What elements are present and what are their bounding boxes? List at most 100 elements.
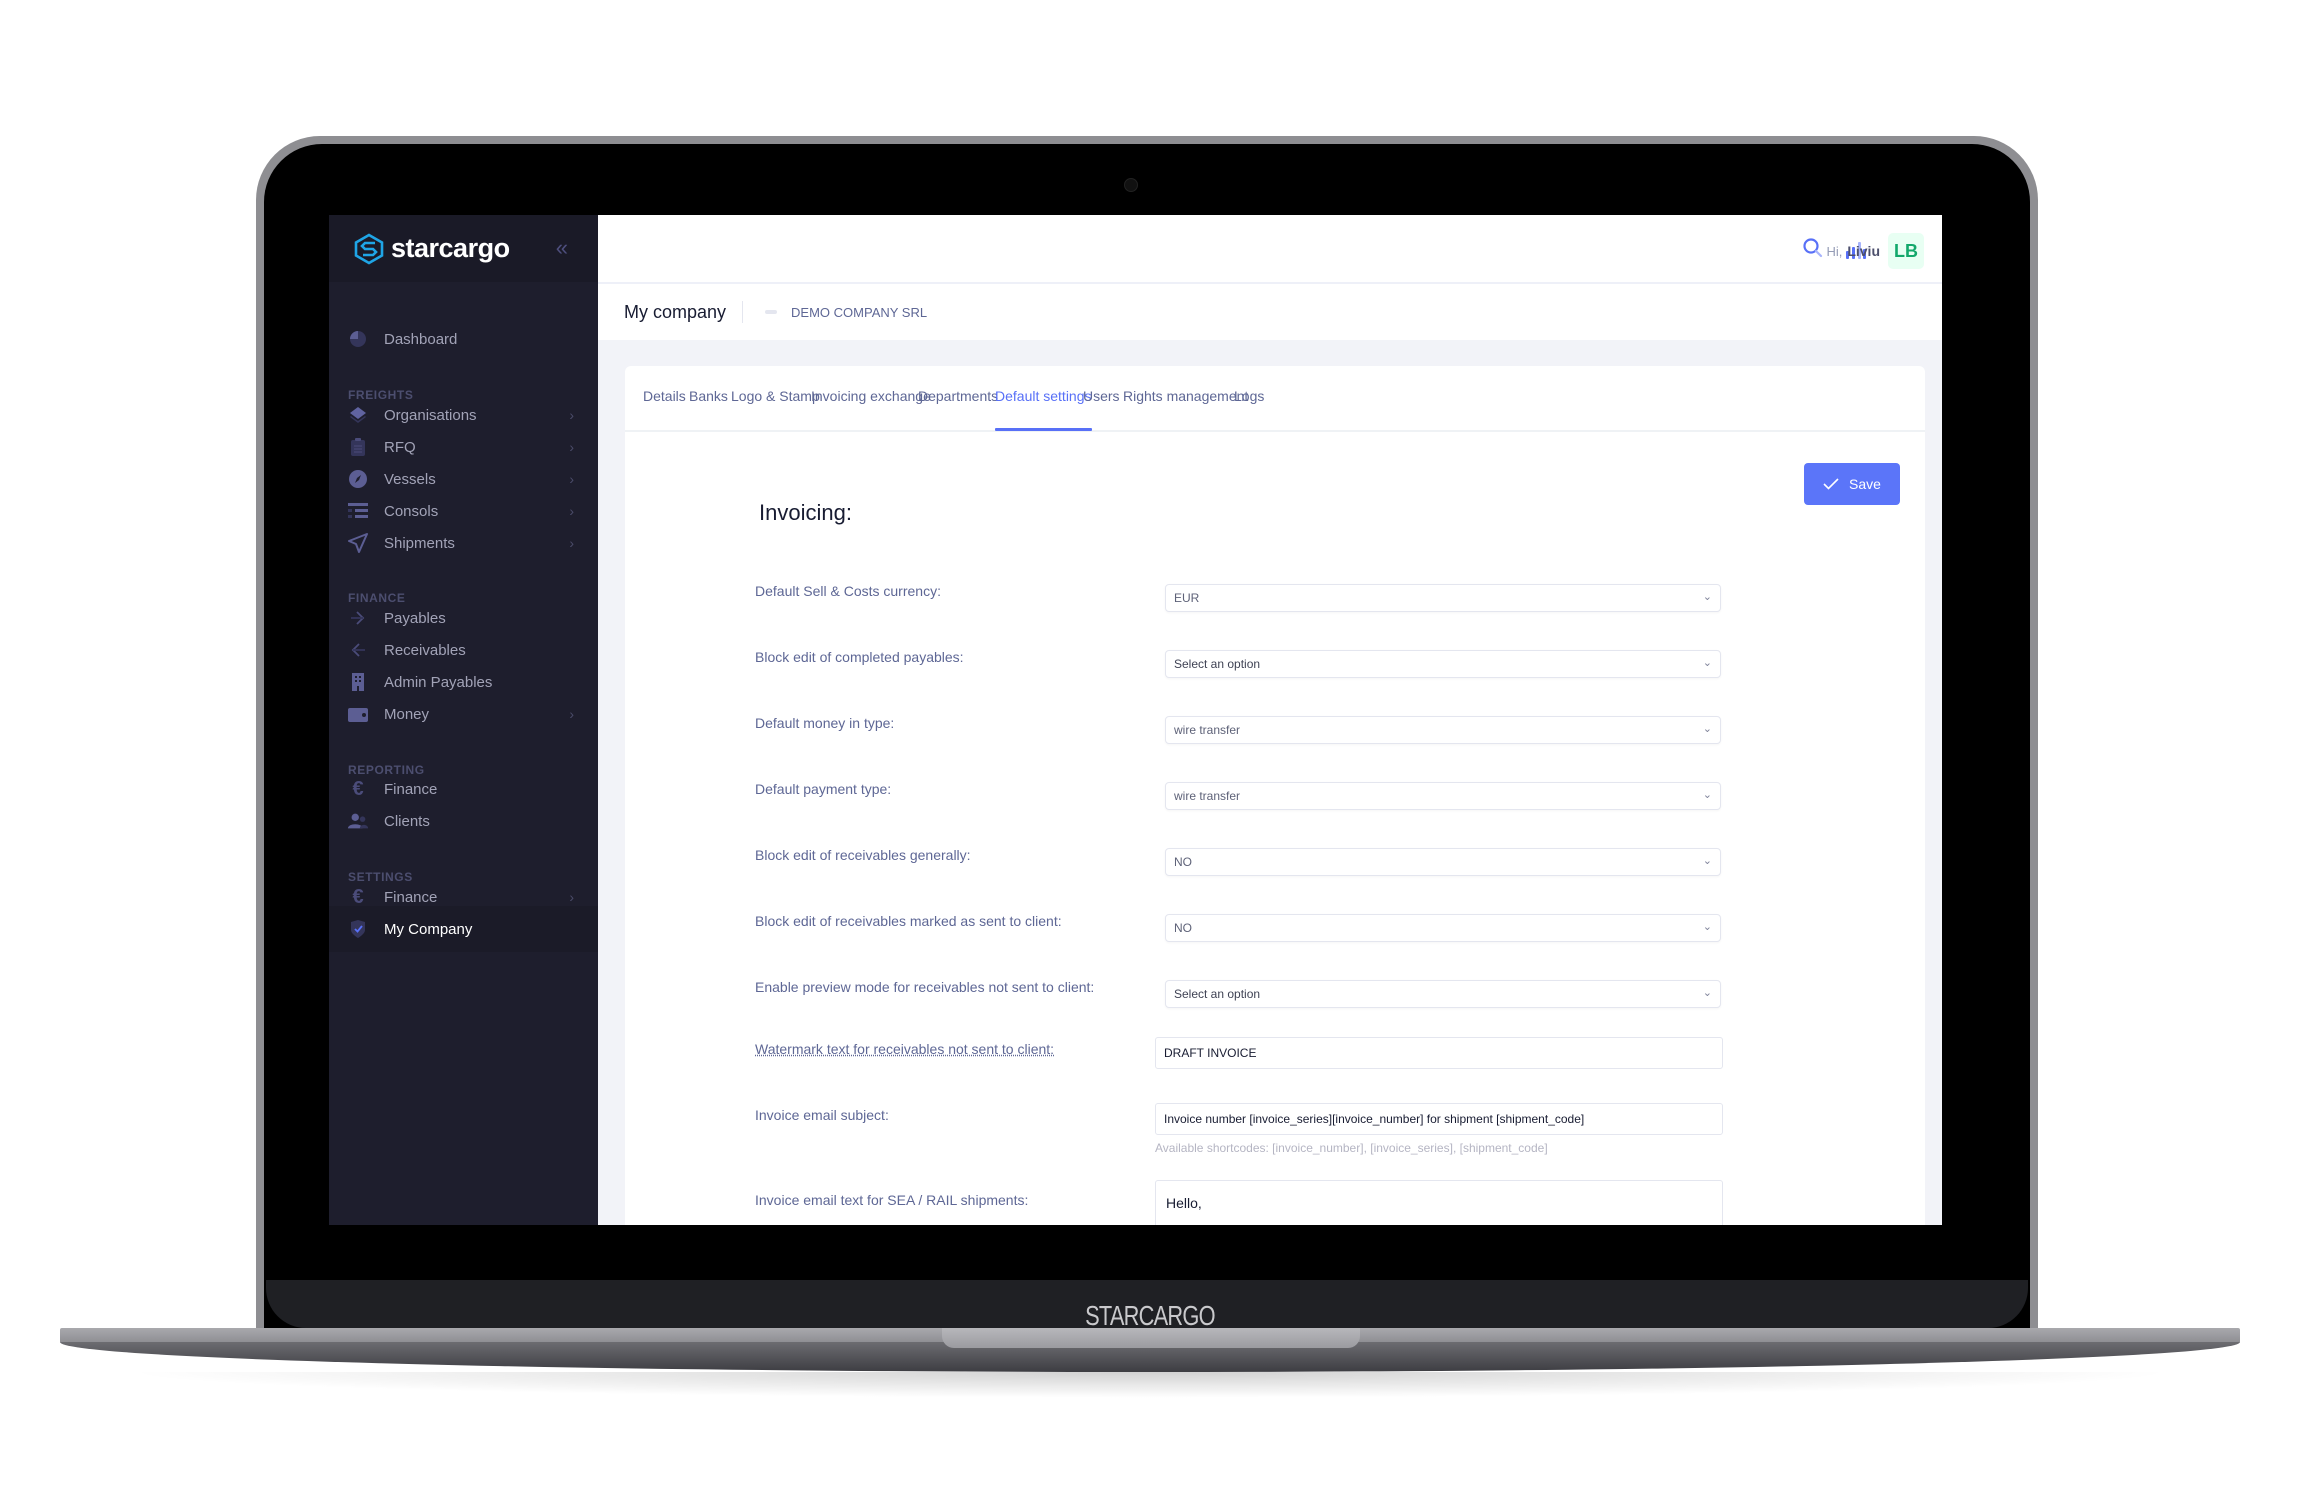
field-label: Block edit of receivables generally: [755, 847, 971, 863]
chevron-right-icon: › [569, 889, 574, 905]
field-label[interactable]: Watermark text for receivables not sent … [755, 1039, 1125, 1059]
double-chevron-left-icon[interactable]: « [556, 235, 568, 261]
text-line: Hello, [1166, 1195, 1202, 1211]
sidebar-item-label: Shipments [384, 534, 455, 552]
field-label: Enable preview mode for receivables not … [755, 979, 1095, 995]
chevron-right-icon: › [569, 706, 574, 722]
users-icon [347, 810, 369, 832]
sidebar-item-label: Money [384, 705, 430, 723]
select-field[interactable]: Select an option ⌄ [1165, 980, 1721, 1008]
sidebar: starcargo « Dashboard FREIGHTS Organisatio… [329, 215, 598, 1225]
select-value: wire transfer [1174, 789, 1241, 803]
settings-card: Details Banks Logo & Stamp Invoicing exchan… [625, 366, 1925, 1225]
tab-details[interactable]: Details [643, 388, 686, 404]
chevron-right-icon: › [569, 535, 574, 551]
subheader: My company DEMO COMPANY SRL [598, 284, 1942, 340]
breadcrumb[interactable]: DEMO COMPANY SRL [791, 305, 927, 320]
starcargo-logo-icon [354, 232, 384, 265]
sidebar-item-shipments[interactable]: Shipments › [329, 520, 598, 566]
avatar[interactable]: LB [1888, 233, 1924, 269]
send-icon [347, 532, 369, 554]
select-value: Select an option [1174, 657, 1261, 671]
breadcrumb-dash-icon [765, 310, 778, 314]
search-icon[interactable] [1802, 237, 1824, 259]
sidebar-item-label: Organisations [384, 406, 477, 424]
tab-rights-management[interactable]: Rights management [1123, 388, 1248, 404]
field-label: Default money in type: [755, 715, 895, 731]
chevron-right-icon: › [569, 407, 574, 423]
tab-logo-stamp[interactable]: Logo & Stamp [731, 388, 820, 404]
app-screen: starcargo « Dashboard FREIGHTS Organisatio… [329, 215, 1942, 1225]
field-label: Default Sell & Costs currency: [755, 583, 941, 599]
tab-bar: Details Banks Logo & Stamp Invoicing exchan… [625, 366, 1925, 432]
select-field[interactable]: wire transfer ⌄ [1165, 716, 1721, 744]
tab-users[interactable]: Users [1083, 388, 1120, 404]
chevron-down-icon: ⌄ [1702, 987, 1712, 999]
field-label: Block edit of receivables marked as sent… [755, 913, 1062, 929]
section-title: Invoicing: [759, 500, 852, 525]
user-name: Liviu [1847, 243, 1880, 259]
field-label: Block edit of completed payables: [755, 649, 964, 665]
sidebar-item-label: Consols [384, 502, 439, 520]
sidebar-item-dashboard[interactable]: Dashboard [329, 316, 598, 362]
wallet-icon [347, 703, 369, 725]
sidebar-item-label: Receivables [384, 641, 466, 659]
sidebar-item-label: Dashboard [384, 330, 458, 348]
select-value: NO [1174, 921, 1192, 935]
building-icon [347, 671, 369, 693]
euro-icon: € [352, 885, 364, 908]
greeting: Hi, [1826, 243, 1843, 259]
field-label: Default payment type: [755, 781, 892, 797]
chevron-down-icon: ⌄ [1702, 723, 1712, 735]
chevron-down-icon: ⌄ [1702, 921, 1712, 933]
text-input[interactable]: DRAFT INVOICE [1155, 1037, 1723, 1069]
camera-icon [1124, 178, 1138, 192]
compass-icon [347, 468, 369, 490]
arrow-left-icon [347, 639, 369, 661]
chevron-down-icon: ⌄ [1702, 591, 1712, 603]
select-value: Select an option [1174, 987, 1261, 1001]
select-field[interactable]: Select an option ⌄ [1165, 650, 1721, 678]
select-field[interactable]: EUR ⌄ [1165, 584, 1721, 612]
tab-banks[interactable]: Banks [689, 388, 728, 404]
clipboard-icon [347, 436, 369, 458]
text-input[interactable]: Invoice number [invoice_series][invoice_… [1155, 1103, 1723, 1135]
field-label: Invoice email subject: [755, 1107, 889, 1123]
save-label: Save [1849, 476, 1881, 492]
tab-invoicing-exchange[interactable]: Invoicing exchange [811, 388, 931, 404]
select-field[interactable]: NO ⌄ [1165, 848, 1721, 876]
save-button[interactable]: Save [1804, 463, 1900, 505]
chevron-right-icon: › [569, 503, 574, 519]
sidebar-item-money[interactable]: Money › [329, 691, 598, 737]
sidebar-item-label: Clients [384, 812, 430, 830]
select-value: wire transfer [1174, 723, 1241, 737]
field-hint: Available shortcodes: [invoice_number], … [1155, 1141, 1548, 1155]
list-icon [347, 500, 369, 522]
sidebar-item-label: Vessels [384, 470, 436, 488]
layers-icon [347, 404, 369, 426]
sidebar-item-label: My Company [384, 920, 473, 938]
user-menu[interactable]: Hi, Liviu LB [1826, 233, 1942, 269]
chevron-down-icon: ⌄ [1702, 855, 1712, 867]
email-text-area[interactable]: Hello,Invoice with number [invoice_serie… [1155, 1180, 1723, 1225]
chevron-down-icon: ⌄ [1702, 657, 1712, 669]
brand-name: starcargo [391, 233, 510, 263]
chevron-down-icon: ⌄ [1702, 789, 1712, 801]
chevron-right-icon: › [569, 471, 574, 487]
euro-icon: € [352, 777, 364, 800]
tab-logs[interactable]: Logs [1234, 388, 1264, 404]
sidebar-item-label: RFQ [384, 438, 416, 456]
sidebar-item-my-company[interactable]: My Company [329, 906, 598, 952]
page-title: My company [624, 301, 727, 322]
sidebar-item-label: Finance [384, 888, 438, 906]
tab-departments[interactable]: Departments [918, 388, 998, 404]
select-field[interactable]: wire transfer ⌄ [1165, 782, 1721, 810]
topbar: Hi, Liviu LB [598, 215, 1942, 284]
sidebar-brand: starcargo « [329, 215, 598, 282]
laptop-notch [942, 1328, 1360, 1348]
select-value: NO [1174, 855, 1192, 869]
sidebar-item-clients[interactable]: Clients [329, 798, 598, 844]
field-label: Invoice email text for SEA / RAIL shipme… [755, 1192, 1029, 1208]
select-field[interactable]: NO ⌄ [1165, 914, 1721, 942]
tab-default-settings[interactable]: Default settings [995, 388, 1092, 431]
